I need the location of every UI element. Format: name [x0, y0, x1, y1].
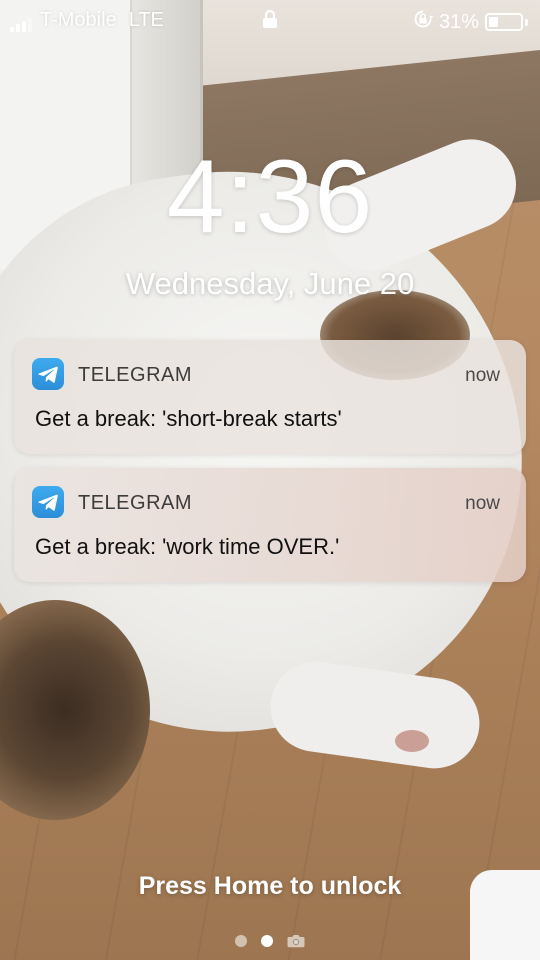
battery-fill: [489, 17, 498, 27]
page-dot[interactable]: [235, 935, 247, 947]
battery-tip: [525, 18, 528, 26]
notification-app-name: TELEGRAM: [78, 492, 193, 514]
unlock-hint: Press Home to unlock: [138, 872, 402, 900]
rotation-lock-icon: [413, 9, 434, 35]
notification-message: Get a break: 'short-break starts': [35, 406, 342, 431]
notification-time: now: [465, 365, 500, 386]
camera-icon[interactable]: [287, 934, 305, 948]
notification-card[interactable]: TELEGRAM now Get a break: 'short-break s…: [14, 340, 526, 454]
notification-card[interactable]: TELEGRAM now Get a break: 'work time OVE…: [14, 468, 526, 582]
carrier-name: T-Mobile: [40, 9, 117, 31]
network-type: LTE: [128, 9, 164, 31]
lock-icon: [262, 9, 278, 35]
notification-time: now: [465, 493, 500, 514]
telegram-icon: [32, 358, 64, 390]
battery-icon: [485, 13, 523, 31]
signal-strength-icon: [10, 18, 32, 32]
lock-screen-date: Wednesday, June 20: [125, 266, 415, 301]
lock-screen-time: 4:36: [166, 139, 374, 255]
telegram-icon: [32, 486, 64, 518]
page-dot-active[interactable]: [261, 935, 273, 947]
notification-app-name: TELEGRAM: [78, 364, 193, 386]
status-left: T-Mobile LTE: [10, 9, 164, 32]
battery-percentage: 31%: [438, 10, 479, 33]
status-right: 31%: [413, 9, 528, 35]
page-indicator[interactable]: [0, 934, 540, 948]
status-bar: T-Mobile LTE 31%: [0, 0, 540, 40]
notification-message: Get a break: 'work time OVER.': [35, 534, 340, 559]
cat-paw-pad: [395, 730, 429, 752]
cat-paw: [264, 655, 486, 775]
